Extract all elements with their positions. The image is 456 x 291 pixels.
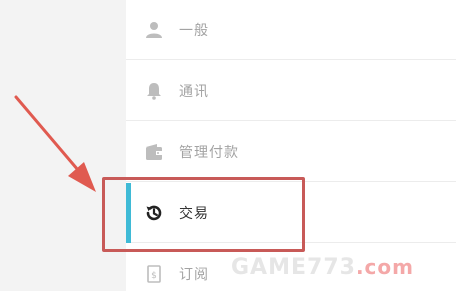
menu-item-label: 管理付款	[179, 143, 239, 160]
menu-item-notifications[interactable]: 通讯	[126, 61, 456, 121]
watermark: GAME773 .com	[231, 250, 451, 284]
watermark-suffix: .com	[355, 255, 414, 279]
menu-item-label: 订阅	[179, 266, 209, 282]
menu-item-label: 一般	[179, 21, 209, 38]
menu-item-label: 通讯	[179, 82, 209, 99]
bell-icon	[144, 81, 164, 101]
wallet-icon	[144, 142, 164, 162]
subscription-icon: $	[144, 264, 164, 284]
watermark-text: GAME773	[231, 254, 356, 280]
menu-item-general[interactable]: 一般	[126, 0, 456, 60]
settings-screen: 一般 通讯 管理付款 交易 $ 订阅 GAME773 .com	[0, 0, 456, 291]
highlight-box	[102, 177, 305, 252]
user-icon	[144, 20, 164, 40]
svg-text:$: $	[151, 271, 157, 281]
menu-item-manage-payments[interactable]: 管理付款	[126, 122, 456, 182]
